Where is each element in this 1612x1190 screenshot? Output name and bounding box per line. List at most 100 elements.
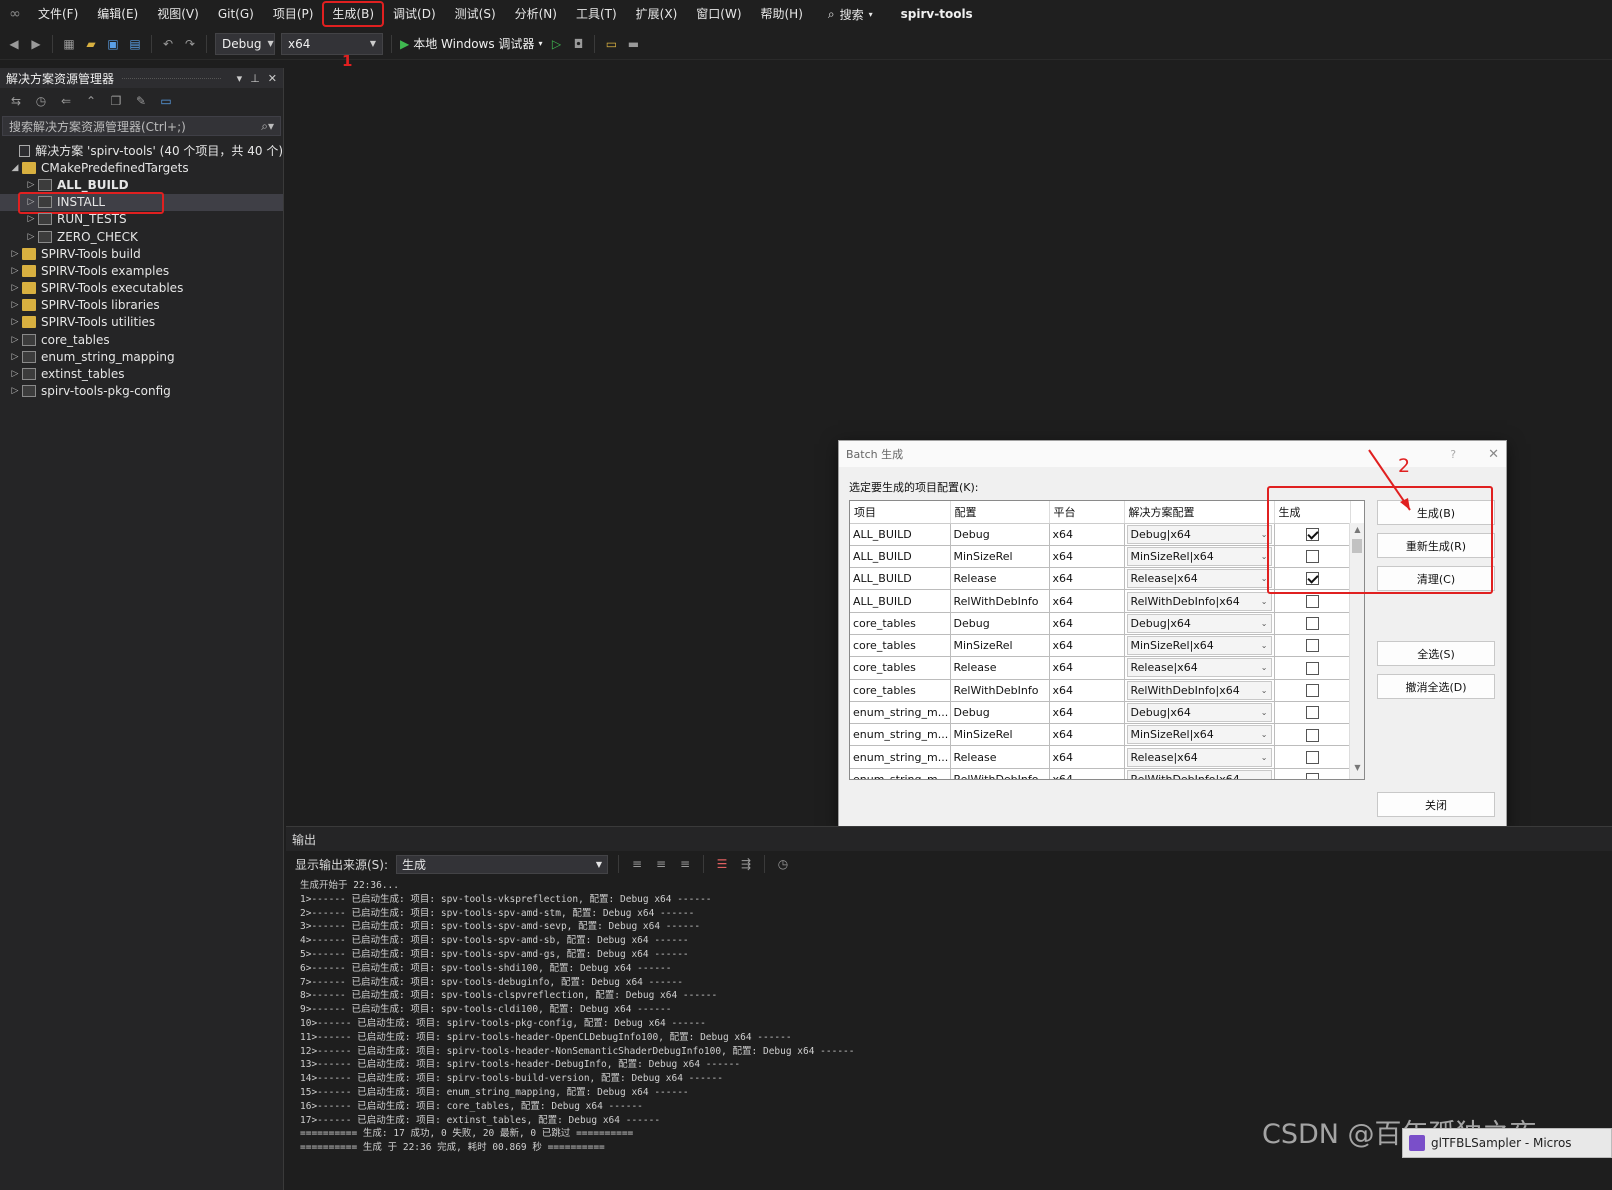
back-icon[interactable]: ⇐: [58, 93, 74, 109]
expanded-chevron-icon[interactable]: ◢: [8, 163, 22, 173]
tree-item[interactable]: ▷ RUN_TESTS: [0, 211, 283, 228]
back-icon[interactable]: ◀: [6, 36, 22, 52]
search-menu[interactable]: ⌕ 搜索 ▾: [828, 6, 873, 23]
menu-item[interactable]: 项目(P): [265, 3, 322, 25]
build-checkbox[interactable]: [1305, 750, 1319, 764]
menu-item[interactable]: 编辑(E): [89, 3, 146, 25]
menu-item[interactable]: 测试(S): [447, 3, 504, 25]
collapsed-chevron-icon[interactable]: ▷: [8, 283, 22, 293]
close-icon[interactable]: ✕: [268, 72, 277, 85]
menu-item[interactable]: 文件(F): [30, 3, 86, 25]
solution-config-dropdown[interactable]: Release|x64 ⌄: [1126, 658, 1272, 678]
build-checkbox[interactable]: [1305, 773, 1319, 779]
deselect-all-button[interactable]: 撤消全选(D): [1377, 674, 1495, 699]
tree-item[interactable]: ▷ spirv-tools-pkg-config: [0, 383, 283, 400]
preview-icon[interactable]: ▭: [158, 93, 174, 109]
solution-config-dropdown[interactable]: MinSizeRel|x64 ⌄: [1126, 725, 1272, 745]
tree-item[interactable]: ▷ INSTALL: [0, 191, 283, 214]
build-checkbox[interactable]: [1305, 639, 1319, 653]
browse-folder-icon[interactable]: ▭: [603, 36, 619, 52]
tree-item[interactable]: ▷ SPIRV-Tools examples: [0, 262, 283, 279]
forward-icon[interactable]: ▶: [28, 36, 44, 52]
next-message-icon[interactable]: ≡: [653, 856, 669, 872]
solution-config-dropdown[interactable]: RelWithDebInfo|x64 ⌄: [1126, 591, 1272, 611]
collapsed-chevron-icon[interactable]: ▷: [8, 335, 22, 345]
platform-dropdown[interactable]: x64 ▼: [281, 32, 383, 55]
solution-config-dropdown[interactable]: RelWithDebInfo|x64 ⌄: [1126, 769, 1272, 779]
attach-icon[interactable]: ◘: [570, 36, 586, 52]
solution-config-dropdown[interactable]: Release|x64 ⌄: [1126, 569, 1272, 589]
window-layout-icon[interactable]: ▬: [625, 36, 641, 52]
new-item-icon[interactable]: ▦: [61, 36, 77, 52]
build-checkbox[interactable]: [1305, 683, 1319, 697]
collapsed-chevron-icon[interactable]: ▷: [8, 369, 22, 379]
build-checkbox[interactable]: [1305, 617, 1319, 631]
clear-all-icon[interactable]: ☰: [714, 856, 730, 872]
tree-item[interactable]: ▷ ZERO_CHECK: [0, 228, 283, 245]
close-icon[interactable]: ✕: [1488, 447, 1499, 462]
select-all-button[interactable]: 全选(S): [1377, 641, 1495, 666]
start-without-debugging-icon[interactable]: ▷: [548, 36, 564, 52]
menu-item[interactable]: 分析(N): [507, 3, 565, 25]
collapsed-chevron-icon[interactable]: ▷: [8, 266, 22, 276]
solution-config-dropdown[interactable]: MinSizeRel|x64 ⌄: [1126, 546, 1272, 566]
build-checkbox[interactable]: [1305, 706, 1319, 720]
scroll-down-icon[interactable]: ▼: [1350, 763, 1364, 777]
tree-item[interactable]: ▷ SPIRV-Tools utilities: [0, 314, 283, 331]
collapsed-chevron-icon[interactable]: ▷: [24, 232, 38, 242]
solution-config-dropdown[interactable]: Debug|x64 ⌄: [1126, 613, 1272, 633]
build-checkbox[interactable]: [1305, 728, 1319, 742]
collapsed-chevron-icon[interactable]: ▷: [24, 180, 38, 190]
collapsed-chevron-icon[interactable]: ▷: [8, 300, 22, 310]
find-message-icon[interactable]: ≡: [677, 856, 693, 872]
pin-icon[interactable]: ⊥: [250, 72, 260, 85]
solution-search-input[interactable]: 搜索解决方案资源管理器(Ctrl+;) ⌕▾: [2, 116, 281, 136]
tree-item[interactable]: ◢ CMakePredefinedTargets: [0, 159, 283, 176]
properties-icon[interactable]: ✎: [133, 93, 149, 109]
solution-config-dropdown[interactable]: Debug|x64 ⌄: [1126, 524, 1272, 544]
menu-item[interactable]: Git(G): [210, 3, 262, 25]
tree-item[interactable]: ▷ SPIRV-Tools executables: [0, 280, 283, 297]
tree-item[interactable]: ▷ enum_string_mapping: [0, 348, 283, 365]
word-wrap-icon[interactable]: ⇶: [738, 856, 754, 872]
configuration-dropdown[interactable]: Debug ▼: [215, 32, 275, 55]
tree-item[interactable]: ▷ ALL_BUILD: [0, 176, 283, 193]
menu-item[interactable]: 扩展(X): [628, 3, 686, 25]
menu-item[interactable]: 视图(V): [149, 3, 207, 25]
solution-config-dropdown[interactable]: Debug|x64 ⌄: [1126, 703, 1272, 723]
clock-icon[interactable]: ◷: [775, 856, 791, 872]
tree-item[interactable]: 解决方案 'spirv-tools' (40 个项目，共 40 个): [0, 142, 283, 159]
save-all-icon[interactable]: ▤: [127, 36, 143, 52]
taskbar-chip[interactable]: glTFBLSampler - Micros: [1402, 1128, 1612, 1158]
menu-item[interactable]: 生成(B): [322, 1, 385, 27]
tree-item[interactable]: ▷ extinst_tables: [0, 365, 283, 382]
menu-item[interactable]: 帮助(H): [753, 3, 811, 25]
undo-icon[interactable]: ↶: [160, 36, 176, 52]
history-icon[interactable]: ◷: [33, 93, 49, 109]
collapsed-chevron-icon[interactable]: ▷: [24, 214, 38, 224]
switch-views-icon[interactable]: ⇆: [8, 93, 24, 109]
tree-item[interactable]: ▷ SPIRV-Tools build: [0, 245, 283, 262]
redo-icon[interactable]: ↷: [182, 36, 198, 52]
menu-item[interactable]: 工具(T): [568, 3, 625, 25]
output-source-dropdown[interactable]: 生成 ▼: [396, 854, 609, 874]
menu-item[interactable]: 调试(D): [385, 3, 444, 25]
help-icon[interactable]: ?: [1450, 448, 1456, 461]
solution-config-dropdown[interactable]: MinSizeRel|x64 ⌄: [1126, 636, 1272, 656]
close-button[interactable]: 关闭: [1377, 792, 1495, 817]
open-folder-icon[interactable]: ▰: [83, 36, 99, 52]
collapsed-chevron-icon[interactable]: ▷: [8, 352, 22, 362]
pane-menu-icon[interactable]: ▾: [237, 72, 243, 85]
tree-item[interactable]: ▷ SPIRV-Tools libraries: [0, 297, 283, 314]
collapse-all-icon[interactable]: ⌃: [83, 93, 99, 109]
collapsed-chevron-icon[interactable]: ▷: [8, 317, 22, 327]
collapsed-chevron-icon[interactable]: ▷: [8, 249, 22, 259]
build-checkbox[interactable]: [1305, 594, 1319, 608]
menu-item[interactable]: 窗口(W): [688, 3, 749, 25]
solution-config-dropdown[interactable]: RelWithDebInfo|x64 ⌄: [1126, 680, 1272, 700]
save-icon[interactable]: ▣: [105, 36, 121, 52]
collapsed-chevron-icon[interactable]: ▷: [8, 386, 22, 396]
show-all-files-icon[interactable]: ❐: [108, 93, 124, 109]
solution-config-dropdown[interactable]: Release|x64 ⌄: [1126, 747, 1272, 767]
build-checkbox[interactable]: [1305, 661, 1319, 675]
